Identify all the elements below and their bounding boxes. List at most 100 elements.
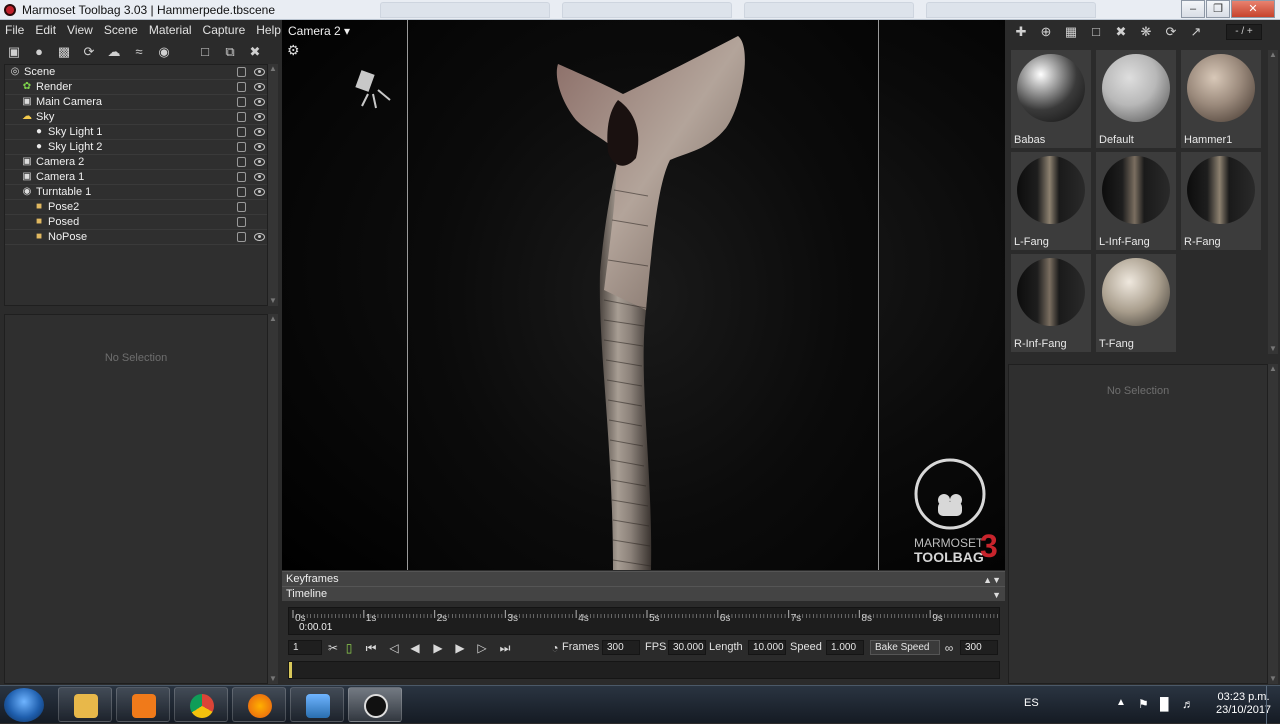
viewport[interactable]: Camera 2 ▾ ⚙ MARMOSET TOOLBAG 3 [282,20,1005,570]
lock-icon[interactable] [237,172,246,182]
material-swatch[interactable]: T-Fang [1096,254,1176,352]
duplicate-icon[interactable]: ⧉ [222,44,238,60]
prev-frame-icon[interactable]: ◀ [408,641,422,655]
current-frame-field[interactable]: 1 [288,640,322,655]
folder-icon[interactable]: □ [1088,24,1104,40]
trash-icon[interactable]: ✖ [247,44,263,60]
material-scrollbar[interactable]: ▲ ▼ [1268,50,1278,354]
menu-capture[interactable]: Capture [203,23,246,37]
playhead[interactable] [289,662,292,678]
scene-tree-item[interactable]: ▣ Camera 1 [5,170,267,185]
material-pager[interactable]: - / + [1226,24,1262,40]
camera-selector[interactable]: Camera 2 ▾ [288,24,350,38]
scene-tree-item[interactable]: ▣ Camera 2 [5,155,267,170]
visibility-eye-icon[interactable] [254,68,265,76]
scroll-up-icon[interactable]: ▲ [268,314,278,324]
show-desktop-button[interactable] [1266,686,1280,724]
refresh-icon[interactable]: ⟳ [1163,24,1179,40]
photo-viewer-icon[interactable] [290,687,344,722]
scroll-up-icon[interactable]: ▲ [1268,50,1278,60]
material-swatch[interactable]: R-Fang [1181,152,1261,250]
lock-icon[interactable] [237,232,246,242]
link-icon[interactable]: ∞ [942,641,956,655]
start-button[interactable] [4,688,44,722]
minimize-button[interactable]: – [1181,0,1205,18]
scene-tree-item[interactable]: ◎ Scene [5,65,267,80]
visibility-eye-icon[interactable] [254,113,265,121]
scroll-up-icon[interactable]: ▲ [268,64,278,74]
fps-field[interactable]: 30.000 [668,640,706,655]
skip-to-end-icon[interactable]: ⏭ [498,641,512,655]
lock-icon[interactable] [237,142,246,152]
scroll-down-icon[interactable]: ▼ [1268,674,1278,684]
marmoset-icon[interactable] [348,687,402,722]
trash-icon[interactable]: ✖ [1113,24,1129,40]
step-back-icon[interactable]: ◁ [387,641,401,655]
expand-icon[interactable]: ▲▼ [983,573,1001,587]
export-icon[interactable]: ↗ [1188,24,1204,40]
material-swatch[interactable]: L-Fang [1011,152,1091,250]
camera-gizmo-icon[interactable] [354,68,394,112]
light-bulb-icon[interactable]: ● [31,44,47,60]
material-swatch[interactable]: Default [1096,50,1176,148]
visibility-eye-icon[interactable] [254,83,265,91]
file-explorer-icon[interactable] [58,687,112,722]
turntable-icon[interactable]: ⟳ [81,44,97,60]
collapse-icon[interactable]: ▼ [992,588,1001,602]
menu-help[interactable]: Help [256,23,281,37]
material-properties-scrollbar[interactable]: ▲ ▼ [1268,364,1278,684]
folder-icon[interactable]: □ [197,44,213,60]
speed-field[interactable]: 1.000 [826,640,864,655]
action-center-icon[interactable]: ⚑ [1138,697,1149,711]
scroll-up-icon[interactable]: ▲ [1268,364,1278,374]
lock-icon[interactable] [237,202,246,212]
material-swatch[interactable]: R-Inf-Fang [1011,254,1091,352]
frames-lock-icon[interactable]: ◔ [548,641,562,655]
scene-tree-item[interactable]: ☁ Sky [5,110,267,125]
menu-view[interactable]: View [67,23,93,37]
menu-material[interactable]: Material [149,23,192,37]
scene-tree-item[interactable]: ● Sky Light 1 [5,125,267,140]
skip-to-start-icon[interactable]: ⏮ [364,641,378,655]
gear-icon[interactable]: ⚙ [287,42,300,59]
timeline-panel-header[interactable]: Timeline ▼ [282,586,1005,601]
scene-tree-item[interactable]: ■ Pose2 [5,200,267,215]
visibility-eye-icon[interactable] [254,128,265,136]
lock-icon[interactable] [237,82,246,92]
next-frame-icon[interactable]: ▶ [453,641,467,655]
firefox-icon[interactable] [232,687,286,722]
add-material-icon[interactable]: ✚ [1013,24,1029,40]
volume-icon[interactable]: ♬ [1182,697,1194,711]
length-field[interactable]: 10.000 [748,640,786,655]
network-icon[interactable]: █ [1160,697,1169,711]
pick-material-icon[interactable]: ❋ [1138,24,1154,40]
media-player-icon[interactable] [116,687,170,722]
properties-scrollbar[interactable]: ▲ ▼ [268,314,278,684]
keyframes-panel-header[interactable]: Keyframes ▲▼ [282,571,1005,586]
chrome-icon[interactable] [174,687,228,722]
maximize-button[interactable]: ❐ [1206,0,1230,18]
visibility-eye-icon[interactable] [254,233,265,241]
scroll-down-icon[interactable]: ▼ [1268,344,1278,354]
lock-icon[interactable] [237,217,246,227]
lock-icon[interactable] [237,127,246,137]
scene-tree-scrollbar[interactable]: ▲ ▼ [268,64,278,306]
timeline-ruler[interactable]: 0s 1s 2s 3s 4s 5s 6s 7s 8s 9s 0:00.01 [288,607,1000,635]
material-swatch[interactable]: Hammer1 [1181,50,1261,148]
fog-icon[interactable]: ≈ [131,44,147,60]
shadow-catcher-icon[interactable]: ◉ [156,44,172,60]
sky-icon[interactable]: ☁ [106,44,122,60]
menu-file[interactable]: File [5,23,24,37]
material-swatch[interactable]: L-Inf-Fang [1096,152,1176,250]
clock[interactable]: 03:23 p.m. 23/10/2017 [1216,691,1271,717]
scene-tree-item[interactable]: ● Sky Light 2 [5,140,267,155]
close-button[interactable]: ✕ [1231,0,1275,18]
scroll-down-icon[interactable]: ▼ [268,674,278,684]
scene-tree-item[interactable]: ✿ Render [5,80,267,95]
lock-icon[interactable] [237,97,246,107]
loop-icon[interactable]: ▯ [342,641,356,655]
visibility-eye-icon[interactable] [254,188,265,196]
lock-icon[interactable] [237,157,246,167]
lock-icon[interactable] [237,187,246,197]
camera-icon[interactable]: ▩ [56,44,72,60]
